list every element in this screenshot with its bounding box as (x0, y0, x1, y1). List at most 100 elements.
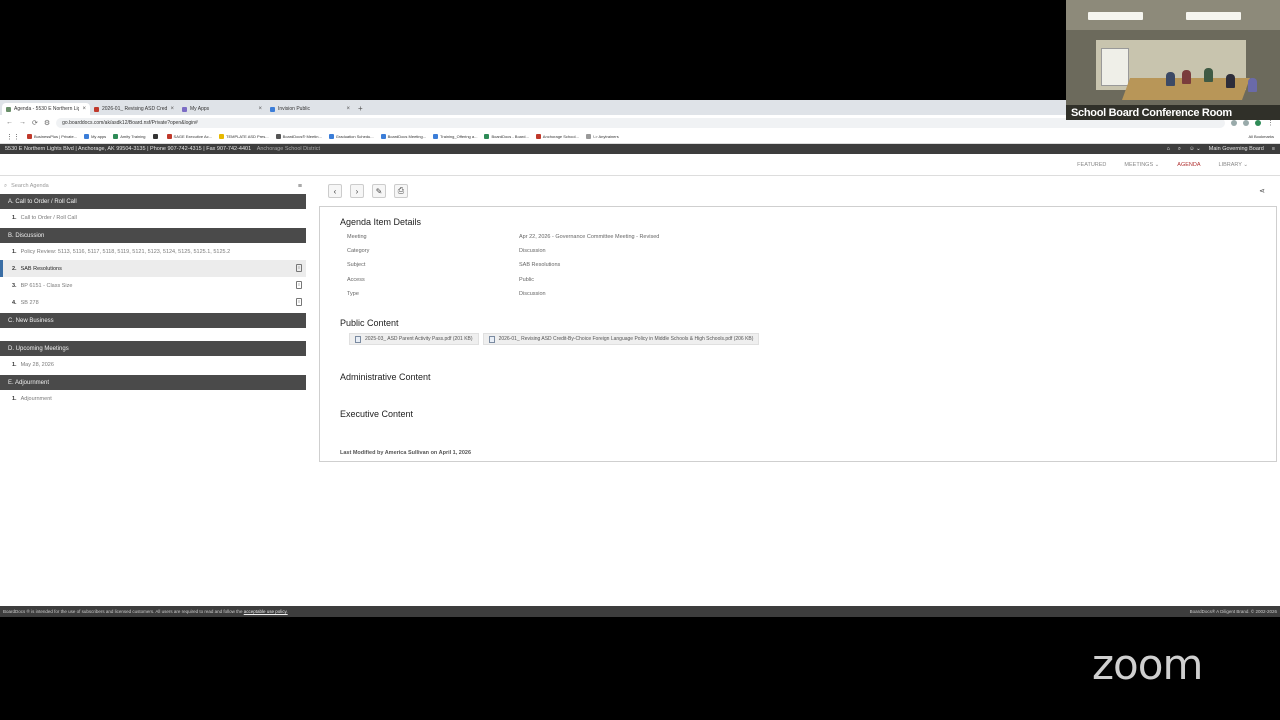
bookmark-item[interactable]: Amity Training (113, 134, 146, 139)
board-name[interactable]: Main Governing Board (1209, 146, 1264, 152)
browser-tab[interactable]: 2026-01_ Revising ASD Credit × (90, 103, 178, 115)
footer-notice: BoardDocs ® is intended for the use of s… (3, 609, 288, 614)
bookmark-label: SAGE Executive Ac... (173, 134, 212, 139)
attachment-list: 2025-03_ ASD Parent Activity Pass.pdf (2… (349, 333, 760, 345)
agenda-item-label: BP 6151 - Class Size (20, 282, 73, 289)
bookmark-item[interactable]: BoardDocs - Board... (484, 134, 529, 139)
close-icon[interactable]: × (258, 106, 262, 112)
camera-video-tile[interactable]: School Board Conference Room (1066, 0, 1280, 120)
nav-agenda[interactable]: AGENDA (1177, 162, 1200, 168)
bookmark-item[interactable]: BoardDocs Meeting... (380, 134, 426, 139)
tab-favicon-icon (94, 106, 99, 112)
footer-notice-text: BoardDocs ® is intended for the use of s… (3, 609, 243, 614)
bookmark-favicon-icon (433, 134, 439, 139)
attachment-doc-icon: ≡ (296, 298, 302, 306)
bookmark-label: BoardDocs - Board... (491, 134, 529, 139)
details-title: Agenda Item Details (340, 217, 422, 227)
share-icon[interactable]: ⋖ (1256, 185, 1268, 197)
agenda-item-label: Policy Review: 5113, 5116, 5117, 5118, 5… (20, 248, 231, 255)
tab-label: My Apps (190, 106, 210, 112)
attachment-link[interactable]: 2025-03_ ASD Parent Activity Pass.pdf (2… (349, 333, 479, 345)
nav-meetings[interactable]: MEETINGS ⌄ (1124, 162, 1159, 168)
extension-icon[interactable] (1231, 119, 1237, 126)
agenda-section-header[interactable]: B. Discussion (0, 228, 306, 243)
agenda-item[interactable]: 4. SB 278 ≡ (0, 294, 306, 311)
bookmark-item[interactable] (152, 134, 160, 139)
new-tab-button[interactable]: + (354, 104, 367, 115)
user-icon[interactable]: ☺ ⌄ (1189, 146, 1201, 152)
edit-icon[interactable]: ✎ (372, 184, 386, 198)
home-icon[interactable]: ⌂ (1167, 146, 1170, 152)
agenda-section-header[interactable]: C. New Business (0, 313, 306, 328)
bookmark-item[interactable]: My apps (84, 134, 106, 139)
site-info-icon[interactable]: ⚙ (44, 119, 50, 127)
detail-field-value: Discussion (519, 290, 546, 297)
bookmark-label: Training_Offering a... (440, 134, 478, 139)
extension-icon[interactable] (1243, 119, 1249, 126)
bookmark-item[interactable]: Training_Offering a... (433, 134, 477, 139)
agenda-section-header[interactable]: E. Adjournment (0, 375, 306, 390)
executive-content-heading: Executive Content (340, 409, 414, 419)
bookmark-label: Amity Training (120, 134, 146, 139)
agenda-item[interactable]: 1. Call to Order / Roll Call (0, 209, 306, 226)
bookmark-item[interactable]: SAGE Executive Ac... (166, 134, 212, 139)
nav-library[interactable]: LIBRARY ⌄ (1219, 162, 1248, 168)
bookmark-favicon-icon (152, 134, 158, 139)
agenda-section-header[interactable]: A. Call to Order / Roll Call (0, 194, 306, 209)
nav-featured[interactable]: FEATURED (1077, 162, 1106, 168)
tab-favicon-icon (182, 106, 187, 112)
profile-avatar[interactable] (1255, 119, 1261, 126)
agenda-panel: ⌕ Search Agenda ≡ A. Call to Order / Rol… (0, 180, 306, 600)
previous-item-button[interactable]: ‹ (328, 184, 342, 198)
bookmark-item[interactable]: !-> Anytrainers (585, 134, 619, 139)
acceptable-use-link[interactable]: acceptable use policy. (244, 609, 288, 614)
bookmark-label: !-> Anytrainers (592, 134, 619, 139)
detail-field-key: Category (347, 248, 370, 255)
participant (1226, 74, 1235, 88)
close-icon[interactable]: × (170, 106, 174, 112)
bookmark-item[interactable]: BusinessPlus | Private... (27, 134, 77, 139)
agenda-item-number: 2. (12, 265, 17, 272)
attachment-link[interactable]: 2026-01_ Revising ASD Credit-By-Choice F… (482, 333, 760, 345)
apps-grid-icon[interactable]: ⋮⋮ (6, 133, 20, 141)
reload-icon[interactable]: ⟳ (32, 119, 38, 127)
next-item-button[interactable]: › (350, 184, 364, 198)
agenda-item[interactable]: 1. Policy Review: 5113, 5116, 5117, 5118,… (0, 243, 306, 260)
agenda-item-label: SAB Resolutions (20, 265, 62, 272)
menu-icon[interactable]: ≡ (1272, 146, 1275, 152)
search-input[interactable]: Search Agenda (11, 183, 49, 189)
print-icon[interactable]: ⎙ (394, 184, 408, 198)
agenda-item[interactable]: 3. BP 6151 - Class Size ≡ (0, 277, 306, 294)
browser-tab[interactable]: Agenda - 5530 E Northern Lig × (2, 103, 90, 115)
bookmark-item[interactable]: TEMPLATE ASD Pres... (219, 134, 269, 139)
browser-tab[interactable]: My Apps × (178, 103, 266, 115)
detail-field-value: SAB Resolutions (519, 262, 561, 269)
agenda-item[interactable]: 2. SAB Resolutions ≡ (0, 260, 306, 277)
participant (1248, 78, 1257, 92)
agenda-item-label: SB 278 (20, 299, 39, 306)
agenda-item-label: May 28, 2026 (20, 361, 54, 368)
all-bookmarks-link[interactable]: All Bookmarks (1248, 134, 1274, 139)
url-field[interactable]: go.boarddocs.com/ak/asdk12/Board.nsf/Pri… (56, 117, 1225, 128)
bookmark-favicon-icon (84, 134, 90, 139)
agenda-item[interactable]: 1. Adjournment (0, 390, 306, 407)
top-navigation: FEATURED MEETINGS ⌄ AGENDA LIBRARY ⌄ (0, 154, 1280, 176)
bookmark-item[interactable]: Anchorage School... (535, 134, 579, 139)
search-icon[interactable]: ⌕ (1178, 146, 1181, 153)
bookmark-item[interactable]: BoardDocs® Meetin... (275, 134, 322, 139)
detail-field: Subject SAB Resolutions (347, 262, 560, 268)
bookmark-label: BoardDocs® Meetin... (282, 134, 322, 139)
agenda-search[interactable]: ⌕ Search Agenda ≡ (0, 180, 306, 192)
list-menu-icon[interactable]: ≡ (298, 183, 302, 190)
close-icon[interactable]: × (346, 106, 350, 112)
bookmark-list: BusinessPlus | Private... My apps Amity Tr… (27, 134, 619, 139)
close-icon[interactable]: × (82, 106, 86, 112)
bookmark-favicon-icon (166, 134, 172, 139)
attachment-doc-icon: ≡ (296, 264, 302, 272)
agenda-section-header[interactable]: D. Upcoming Meetings (0, 341, 306, 356)
forward-icon[interactable]: → (19, 119, 26, 126)
agenda-item[interactable]: 1. May 28, 2026 (0, 356, 306, 373)
browser-tab[interactable]: Invision Public × (266, 103, 354, 115)
bookmark-item[interactable]: Graduation Schedu... (328, 134, 374, 139)
back-icon[interactable]: ← (6, 119, 13, 126)
